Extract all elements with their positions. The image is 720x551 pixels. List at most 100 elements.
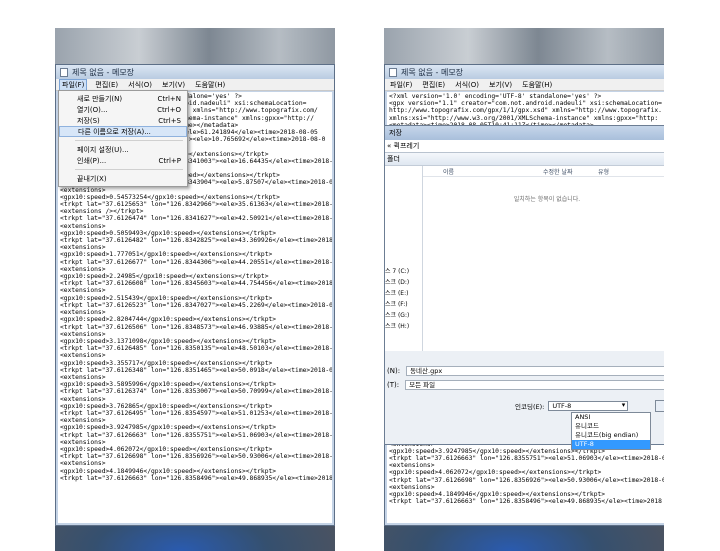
text-line: <gpx version="1.1" creator="com.not.andr… — [389, 100, 662, 108]
text-line: <gpx10:speed>2.8204744</gpx10:speed></ex… — [60, 316, 277, 324]
text-line: <trkpt lat="37.6126663" lon="126.8355751… — [389, 455, 664, 463]
address-bar[interactable]: « 퀵프레기 — [385, 140, 664, 153]
title-bar: 제목 없음 - 메모장 — [56, 65, 334, 79]
text-line: <trkpt lat="37.6126677" lon="126.8344306… — [60, 258, 332, 266]
text-line: <extensions> — [389, 483, 435, 491]
text-line: <gpx10:speed>1.777051</gpx10:speed></ext… — [60, 251, 273, 259]
menu-item-shortcut: Ctrl+O — [157, 105, 181, 114]
filename-input[interactable]: 동네산.gpx — [406, 366, 664, 376]
text-line: <extensions> — [60, 309, 106, 317]
background-photo-top — [55, 28, 335, 66]
text-line: <extensions> — [60, 186, 106, 194]
menu-view[interactable]: 보기(V) — [487, 80, 514, 90]
menu-separator — [75, 140, 183, 141]
column-date[interactable]: 수정한 날짜 — [543, 167, 598, 176]
menu-separator — [75, 169, 183, 170]
file-list: 이름 수정한 날짜 유형 일치하는 항목이 없습니다. — [423, 166, 664, 351]
text-line: <extensions> — [60, 244, 106, 252]
dialog-title: 저장 — [385, 126, 664, 140]
text-line: <trkpt lat="37.6126698" lon="126.8356926… — [389, 476, 664, 484]
text-line: <extensions> — [60, 417, 106, 425]
nav-drive-item[interactable]: 스크 (E:) — [385, 288, 422, 299]
title-bar: 제목 없음 - 메모장 — [385, 65, 664, 79]
file-menu-dropdown: 새로 만들기(N) Ctrl+N 열기(O)... Ctrl+O 저장(S) C… — [58, 90, 188, 187]
text-line: <trkpt lat="37.6126523" lon="126.8347027… — [60, 301, 332, 309]
menu-view[interactable]: 보기(V) — [160, 80, 187, 90]
menu-item-save-as[interactable]: 다른 이름으로 저장(A)... — [59, 126, 187, 137]
menu-item-label: 새로 만들기(N) — [77, 94, 123, 103]
column-type[interactable]: 유형 — [598, 167, 638, 176]
text-line: <gpx10:speed>3.9247985</gpx10:speed></ex… — [60, 424, 277, 432]
menu-bar: 파일(F) 편집(E) 서식(O) 보기(V) 도움말(H) — [385, 79, 664, 91]
text-line: <trkpt lat="37.6126374" lon="126.8353007… — [60, 388, 332, 396]
menu-item-label: 열기(O)... — [77, 105, 108, 114]
menu-file[interactable]: 파일(F) — [388, 80, 414, 90]
text-line: http://www.topografix.com/gpx/1/1/gpx.xs… — [389, 107, 662, 115]
encoding-option[interactable]: UTF-8 — [572, 440, 650, 449]
notepad-icon — [60, 67, 68, 77]
encoding-select[interactable]: UTF-8 — [548, 401, 629, 411]
nav-drive-item[interactable]: 스크 (G:) — [385, 310, 422, 321]
menu-format[interactable]: 서식(O) — [126, 80, 154, 90]
menu-item-shortcut: Ctrl+N — [157, 94, 181, 103]
menu-file[interactable]: 파일(F) — [59, 78, 88, 91]
menu-item-print[interactable]: 인쇄(P)... Ctrl+P — [59, 155, 187, 166]
encoding-option[interactable]: ANSI — [572, 413, 650, 422]
window-title: 제목 없음 - 메모장 — [401, 67, 464, 77]
filetype-select[interactable]: 모든 파일 — [405, 380, 664, 390]
column-headers: 이름 수정한 날짜 유형 — [423, 166, 664, 177]
menu-help[interactable]: 도움말(H) — [520, 80, 554, 90]
save-button[interactable] — [655, 400, 664, 412]
dialog-body: 스 7 (C:) 스크 (D:) 스크 (E:) 스크 (F:) 스크 (G:) 스크 (… — [385, 166, 664, 351]
nav-drive-item[interactable]: 스 7 (C:) — [385, 266, 422, 277]
navigation-pane: 스 7 (C:) 스크 (D:) 스크 (E:) 스크 (F:) 스크 (G:) 스크 (… — [385, 166, 423, 351]
nav-drive-item[interactable]: 스크 (H:) — [385, 321, 422, 332]
encoding-option[interactable]: 유니코드 — [572, 422, 650, 431]
new-folder-button[interactable]: 폴더 — [387, 154, 400, 164]
encoding-label: 인코딩(E): — [515, 403, 545, 411]
menu-edit[interactable]: 편집(E) — [420, 80, 447, 90]
menu-item-label: 다른 이름으로 저장(A)... — [78, 127, 151, 136]
menu-item-shortcut: Ctrl+P — [158, 156, 181, 165]
text-line: <extensions> — [60, 330, 106, 338]
text-line: <gpx10:speed>3.1371098</gpx10:speed></ex… — [60, 337, 277, 345]
nav-drive-item[interactable]: 스크 (D:) — [385, 277, 422, 288]
filetype-label: (T): — [387, 381, 400, 389]
text-line: <trkpt lat="37.6126495" lon="126.8354597… — [60, 409, 332, 417]
text-line: <extensions> — [60, 222, 106, 230]
text-line: <trkpt lat="37.6126608" lon="126.8345603… — [60, 280, 332, 288]
menu-edit[interactable]: 편집(E) — [93, 80, 120, 90]
text-line: <trkpt lat="37.6126698" lon="126.8356926… — [60, 453, 332, 461]
text-line: <gpx10:speed>4.062072</gpx10:speed></ext… — [389, 469, 602, 477]
text-line: <gpx10:speed>2.24985</gpx10:speed></exte… — [60, 273, 269, 281]
menu-help[interactable]: 도움말(H) — [193, 80, 227, 90]
column-name[interactable]: 이름 — [423, 167, 543, 176]
text-line: <gpx10:speed>3.355717</gpx10:speed></ext… — [60, 359, 273, 367]
notepad-icon — [389, 67, 397, 77]
text-line: <extensions> — [389, 462, 435, 470]
text-line: <gpx10:speed>4.1849946</gpx10:speed></ex… — [60, 467, 277, 475]
empty-message: 일치하는 항목이 없습니다. — [513, 196, 581, 203]
menu-item-label: 페이지 설정(U)... — [77, 145, 129, 154]
menu-item-label: 저장(S) — [77, 116, 100, 125]
menu-item-new[interactable]: 새로 만들기(N) Ctrl+N — [59, 93, 187, 104]
text-line: <extensions> — [60, 265, 106, 273]
text-line: <gpx10:speed>3.5895996</gpx10:speed></ex… — [60, 381, 277, 389]
menu-item-page-setup[interactable]: 페이지 설정(U)... — [59, 144, 187, 155]
encoding-option[interactable]: 유니코드(big endian) — [572, 431, 650, 440]
text-line: <trkpt lat="37.6126482" lon="126.8342825… — [60, 237, 332, 245]
text-line: <gpx10:speed>4.062072</gpx10:speed></ext… — [60, 445, 273, 453]
text-line: <trkpt lat="37.6126485" lon="126.8350135… — [60, 345, 332, 353]
encoding-options-list: ANSI 유니코드 유니코드(big endian) UTF-8 — [571, 412, 651, 450]
text-line: <trkpt lat="37.6125653" lon="126.8342966… — [60, 201, 332, 209]
nav-drive-item[interactable]: 스크 (F:) — [385, 299, 422, 310]
menu-item-open[interactable]: 열기(O)... Ctrl+O — [59, 104, 187, 115]
menu-format[interactable]: 서식(O) — [453, 80, 481, 90]
text-line: <trkpt lat="37.6126506" lon="126.8348573… — [60, 323, 332, 331]
text-line: <extensions> — [60, 460, 106, 468]
menu-item-save[interactable]: 저장(S) Ctrl+S — [59, 115, 187, 126]
menu-item-exit[interactable]: 끝내기(X) — [59, 173, 187, 184]
text-line: <gpx10:speed>4.1849946</gpx10:speed></ex… — [389, 491, 606, 499]
address-path: « 퀵프레기 — [387, 142, 420, 150]
background-photo-top — [384, 28, 664, 66]
